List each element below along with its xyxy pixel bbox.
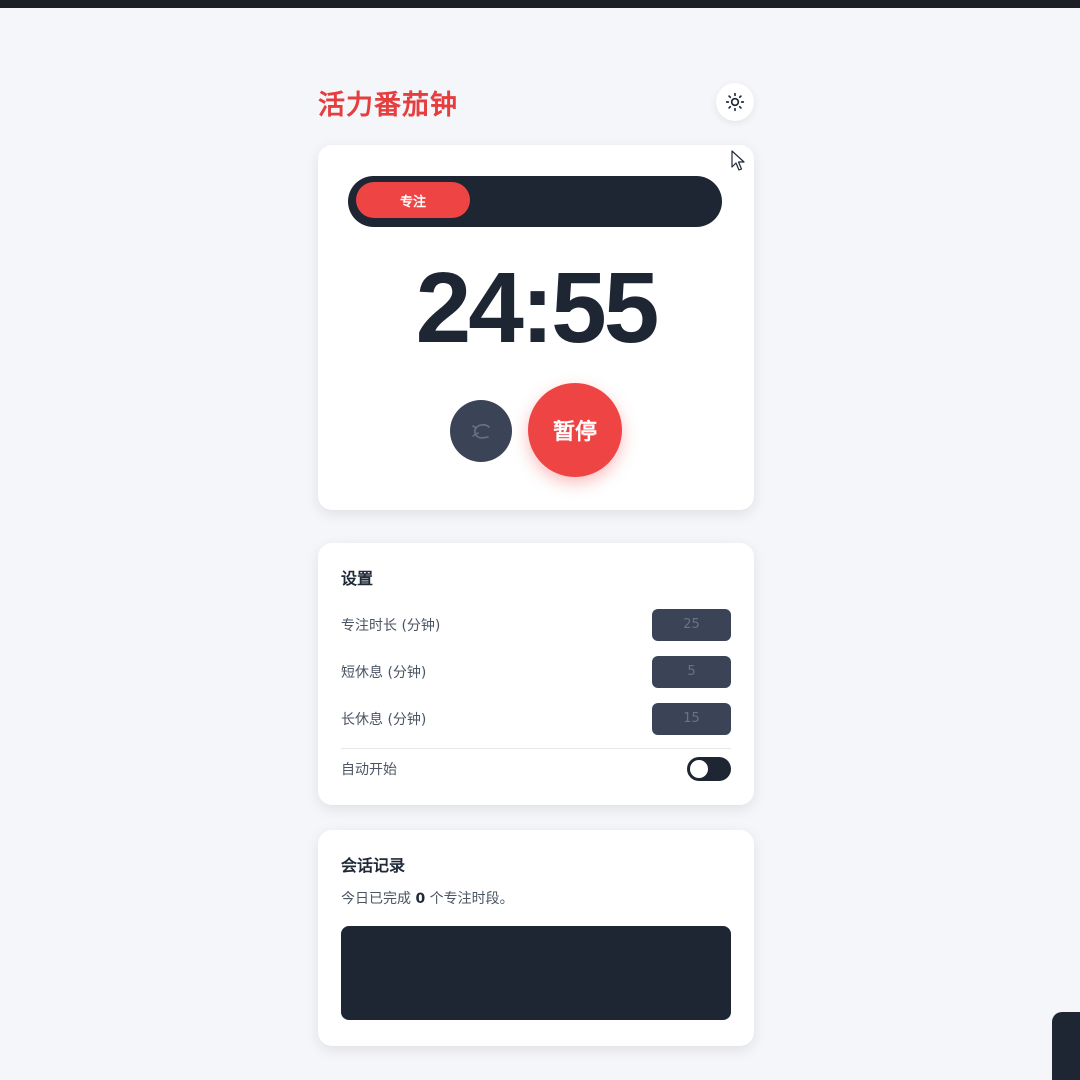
long-break-input[interactable]: [652, 702, 731, 735]
short-break-row: 短休息 (分钟): [341, 648, 731, 695]
app-title: 活力番茄钟: [318, 89, 458, 121]
settings-title: 设置: [341, 569, 374, 588]
short-break-label: 短休息 (分钟): [341, 664, 427, 681]
app-header: 活力番茄钟: [318, 80, 754, 124]
sun-icon: [725, 92, 745, 112]
history-card: 会话记录 今日已完成 0 个专注时段。: [318, 830, 754, 1046]
focus-duration-row: 专注时长 (分钟): [341, 601, 731, 648]
completed-count: 0: [415, 891, 426, 907]
reset-button[interactable]: [450, 400, 512, 462]
mouse-cursor-icon: [731, 150, 745, 171]
history-title: 会话记录: [341, 856, 406, 875]
timer-controls: 暂停: [318, 383, 754, 479]
theme-toggle-button[interactable]: [716, 83, 754, 121]
reset-icon: [472, 424, 490, 439]
mode-selector: 专注: [348, 176, 722, 227]
auto-start-label: 自动开始: [341, 762, 397, 778]
history-list: [341, 926, 731, 1020]
window-top-bar: [0, 0, 1080, 8]
focus-duration-label: 专注时长 (分钟): [341, 617, 441, 634]
auto-start-row: 自动开始: [341, 749, 731, 789]
corner-widget[interactable]: [1052, 1012, 1080, 1080]
history-summary-suffix: 个专注时段。: [425, 891, 514, 907]
history-summary-prefix: 今日已完成: [341, 891, 416, 907]
settings-card: 设置 专注时长 (分钟) 短休息 (分钟) 长休息 (分钟) 自动开始: [318, 543, 754, 805]
pomodoro-app: 活力番茄钟 专注 24:55 暂停 设置 专注时长 (分钟) 25 短休息 (分…: [318, 80, 754, 1046]
focus-duration-input[interactable]: [652, 608, 731, 641]
short-break-input[interactable]: [652, 655, 731, 688]
long-break-row: 长休息 (分钟): [341, 695, 731, 742]
timer-card: 专注 24:55 暂停: [318, 145, 754, 510]
history-summary: 今日已完成 0 个专注时段。: [341, 888, 731, 910]
toggle-knob: [690, 760, 708, 778]
auto-start-toggle[interactable]: [687, 757, 731, 781]
pause-button[interactable]: 暂停: [528, 383, 622, 477]
mode-tab-focus[interactable]: 专注: [356, 182, 470, 218]
timer-display: 24:55: [415, 252, 660, 364]
long-break-label: 长休息 (分钟): [341, 711, 427, 728]
